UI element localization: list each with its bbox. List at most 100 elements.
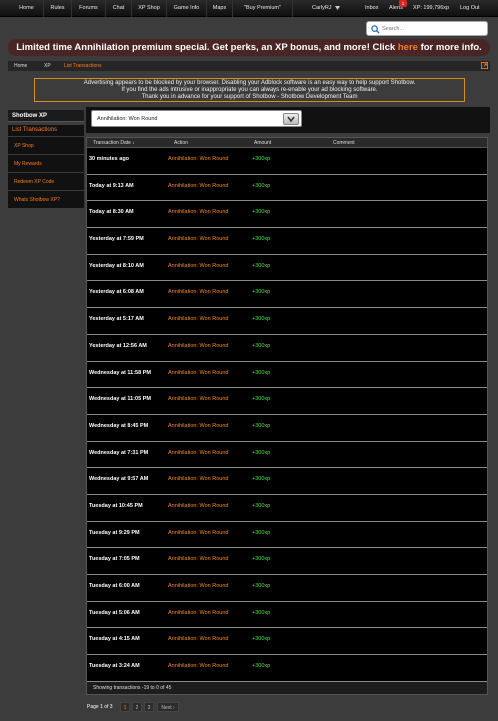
transaction-amount: +300xp xyxy=(252,449,271,456)
transaction-amount: +300xp xyxy=(252,369,271,376)
next-page-button[interactable]: Next › xyxy=(157,702,179,712)
filter-panel: Annihilation: Won Round xyxy=(86,107,490,133)
transaction-date: Tuesday at 4:15 AM xyxy=(89,636,140,643)
transaction-date: Yesterday at 5:17 AM xyxy=(89,316,144,323)
table-row: Wednesday at 7:31 PM Annihilation: Won Ro… xyxy=(87,442,487,469)
external-link-icon[interactable] xyxy=(481,62,488,69)
sidebar-item-xp-shop[interactable]: XP Shop xyxy=(8,136,84,154)
nav-forums[interactable]: Forums xyxy=(72,0,106,17)
transaction-action: Annihilation: Won Round xyxy=(168,476,229,483)
page-3-link[interactable]: 3 xyxy=(144,702,154,712)
inbox-link[interactable]: Inbox xyxy=(365,0,378,17)
column-amount: Amount xyxy=(254,140,272,146)
transaction-amount: +300xp xyxy=(252,156,271,162)
transaction-action: Annihilation: Won Round xyxy=(168,609,229,616)
sidebar: Shotbow XP List Transactions XP Shop My … xyxy=(8,110,84,208)
transaction-date: Yesterday at 8:10 AM xyxy=(89,262,144,269)
dropdown-button[interactable] xyxy=(283,113,299,125)
nav-home[interactable]: Home xyxy=(10,0,44,17)
table-row: Today at 9:13 AM Annihilation: Won Round +… xyxy=(87,175,487,202)
transaction-date: Tuesday at 6:00 AM xyxy=(89,583,140,589)
transaction-action: Annihilation: Won Round xyxy=(168,636,229,643)
transaction-date: Tuesday at 3:24 AM xyxy=(89,663,140,670)
sidebar-item-whats-shotbow-xp[interactable]: Whats Shotbow XP? xyxy=(8,190,84,208)
transaction-action: Annihilation: Won Round xyxy=(168,583,229,589)
nav-buy-premium[interactable]: "Buy Premium" xyxy=(233,0,293,17)
transaction-action: Annihilation: Won Round xyxy=(168,342,229,349)
transaction-action: Annihilation: Won Round xyxy=(168,502,229,509)
transaction-action: Annihilation: Won Round xyxy=(168,262,229,269)
transaction-action: Annihilation: Won Round xyxy=(168,529,229,536)
table-row: Tuesday at 9:29 PM Annihilation: Won Roun… xyxy=(87,522,487,549)
nav-chat[interactable]: Chat xyxy=(106,0,132,17)
transaction-action: Annihilation: Won Round xyxy=(168,182,229,189)
transaction-amount: +300xp xyxy=(252,583,271,589)
nav-maps[interactable]: Maps xyxy=(207,0,233,17)
transaction-amount: +300xp xyxy=(252,502,271,509)
promo-link[interactable]: here xyxy=(398,42,418,53)
transaction-date: Yesterday at 6:08 AM xyxy=(89,289,144,296)
promo-banner: Limited time Annihilation premium specia… xyxy=(8,39,490,56)
adblock-line-1: Advertising appears to be blocked by you… xyxy=(83,80,416,86)
transaction-amount: +300xp xyxy=(252,609,271,616)
transaction-amount: +300xp xyxy=(252,182,271,189)
transaction-amount: +300xp xyxy=(252,476,271,483)
breadcrumb-list-transactions[interactable]: List Transactions xyxy=(64,61,102,71)
transaction-amount: +300xp xyxy=(252,636,271,643)
adblock-notice: Advertising appears to be blocked by you… xyxy=(34,78,465,102)
logout-link[interactable]: Log Out xyxy=(460,0,480,17)
table-body: 30 minutes ago Annihilation: Won Round +30… xyxy=(87,148,487,682)
top-navigation-bar: Home Rules Forums Chat XP Shop Game Info… xyxy=(0,0,498,17)
table-row: Tuesday at 7:05 PM Annihilation: Won Roun… xyxy=(87,548,487,575)
transaction-action: Annihilation: Won Round xyxy=(168,156,229,162)
transaction-amount: +300xp xyxy=(252,316,271,323)
search-input[interactable] xyxy=(382,24,482,34)
transaction-date: Tuesday at 9:29 PM xyxy=(89,529,140,536)
transaction-amount: +300xp xyxy=(252,262,271,269)
table-row: Yesterday at 7:59 PM Annihilation: Won Ro… xyxy=(87,228,487,255)
transaction-date: Yesterday at 7:59 PM xyxy=(89,236,144,243)
transaction-action: Annihilation: Won Round xyxy=(168,663,229,670)
transaction-amount: +300xp xyxy=(252,529,271,536)
table-footer: Showing transactions -19 to 0 of 45 xyxy=(87,681,487,694)
transaction-action: Annihilation: Won Round xyxy=(168,449,229,456)
table-row: Wednesday at 8:45 PM Annihilation: Won Ro… xyxy=(87,415,487,442)
user-menu[interactable]: CarlyRJ xyxy=(312,0,341,17)
table-row: Today at 8:30 AM Annihilation: Won Round +… xyxy=(87,201,487,229)
transaction-amount: +300xp xyxy=(252,663,271,670)
transaction-action: Annihilation: Won Round xyxy=(168,316,229,323)
breadcrumb-xp[interactable]: XP xyxy=(44,61,51,71)
adblock-line-3: Thank you in advance for your support of… xyxy=(141,94,358,100)
nav-game-info[interactable]: Game Info xyxy=(167,0,207,17)
action-filter-select[interactable]: Annihilation: Won Round xyxy=(91,110,302,127)
transactions-table: Transaction Date ↓ Action Amount Comment… xyxy=(86,137,488,695)
breadcrumb-home[interactable]: Home xyxy=(14,61,27,71)
column-action: Action xyxy=(174,140,188,146)
sidebar-item-redeem-xp-code[interactable]: Redeem XP Code xyxy=(8,172,84,190)
nav-xp-shop[interactable]: XP Shop xyxy=(132,0,167,17)
promo-text-before: Limited time Annihilation premium specia… xyxy=(16,42,398,53)
sidebar-item-my-rewards[interactable]: My Rewards xyxy=(8,154,84,172)
search-box xyxy=(366,21,488,36)
transaction-date: Wednesday at 8:45 PM xyxy=(89,422,149,429)
page-1-link[interactable]: 1 xyxy=(120,702,130,712)
transaction-date: Today at 8:30 AM xyxy=(89,209,134,216)
page-2-link[interactable]: 2 xyxy=(132,702,142,712)
sidebar-item-list-transactions[interactable]: List Transactions xyxy=(8,125,84,136)
transaction-action: Annihilation: Won Round xyxy=(168,369,229,376)
transaction-action: Annihilation: Won Round xyxy=(168,422,229,429)
transaction-amount: +300xp xyxy=(252,289,271,296)
table-row: Tuesday at 3:24 AM Annihilation: Won Roun… xyxy=(87,655,487,682)
chevron-down-icon xyxy=(287,116,295,123)
alerts-count-badge: 1 xyxy=(399,0,407,7)
transaction-action: Annihilation: Won Round xyxy=(168,209,229,216)
transaction-date: Wednesday at 11:58 PM xyxy=(89,369,151,376)
table-row: Yesterday at 5:17 AM Annihilation: Won Ro… xyxy=(87,308,487,335)
table-row: Yesterday at 12:56 AM Annihilation: Won R… xyxy=(87,335,487,362)
action-filter-value: Annihilation: Won Round xyxy=(97,116,158,122)
transaction-date: Wednesday at 9:57 AM xyxy=(89,476,149,483)
table-row: Yesterday at 8:10 AM Annihilation: Won Ro… xyxy=(87,255,487,282)
nav-rules[interactable]: Rules xyxy=(44,0,72,17)
column-transaction-date[interactable]: Transaction Date ↓ xyxy=(93,138,135,148)
breadcrumb: Home XP List Transactions xyxy=(8,61,490,71)
